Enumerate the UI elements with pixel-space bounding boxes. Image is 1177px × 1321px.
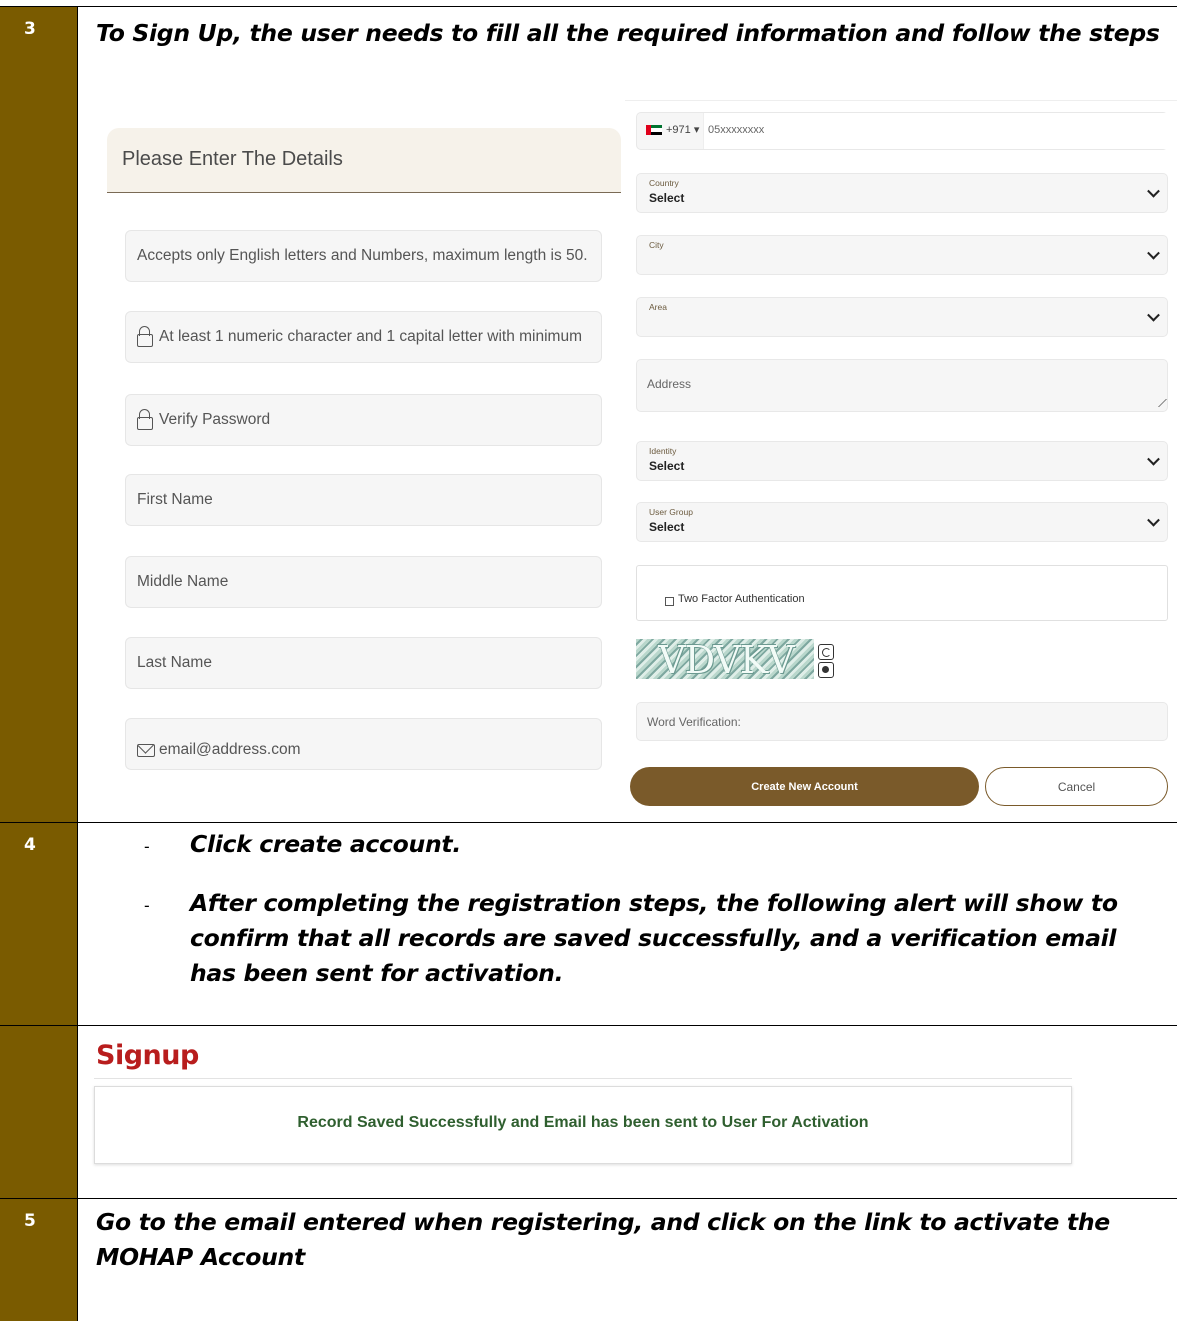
refresh-captcha-icon[interactable] [818, 644, 834, 660]
step-content-cell: Go to the email entered when registering… [78, 1199, 1177, 1321]
country-select[interactable]: Country Select [636, 173, 1168, 213]
step-row-5: 5 Go to the email entered when registeri… [0, 1198, 1177, 1321]
step-heading: To Sign Up, the user needs to fill all t… [96, 19, 1160, 47]
divider [94, 1078, 1072, 1079]
form-right-panel: +971 ▾ 05xxxxxxxx Country Select City Ar… [625, 100, 1177, 824]
password-field[interactable]: At least 1 numeric character and 1 capit… [125, 311, 602, 363]
user-group-select[interactable]: User Group Select [636, 502, 1168, 542]
code-arrow: ▾ [693, 124, 700, 136]
step-number: 4 [24, 835, 36, 855]
step-number-cell: 4 [0, 823, 78, 1025]
email-field[interactable]: email@address.com [125, 718, 602, 770]
last-name-field[interactable]: Last Name [125, 637, 602, 689]
document-page: 3 To Sign Up, the user needs to fill all… [0, 0, 1177, 1321]
lock-icon [137, 408, 153, 430]
two-factor-checkbox[interactable] [665, 597, 674, 606]
step-number-cell: 3 [0, 7, 78, 822]
identity-value: Select [649, 459, 685, 473]
middle-name-field[interactable]: Middle Name [125, 556, 602, 608]
phone-field[interactable]: +971 ▾ 05xxxxxxxx [636, 112, 1170, 150]
country-value: Select [649, 191, 685, 205]
create-account-button[interactable]: Create New Account [630, 767, 979, 806]
first-name-field[interactable]: First Name [125, 474, 602, 526]
verify-password-field[interactable]: Verify Password [125, 394, 602, 446]
uae-flag-icon [646, 125, 662, 135]
chevron-down-icon [1147, 513, 1160, 527]
two-factor-box: Two Factor Authentication [636, 565, 1168, 621]
step-number-cell [0, 1026, 78, 1198]
form-header: Please Enter The Details [107, 128, 621, 193]
bullet-text: After completing the registration steps,… [190, 889, 1118, 987]
user-group-value: Select [649, 520, 685, 534]
city-select[interactable]: City [636, 235, 1168, 275]
verify-password-placeholder: Verify Password [159, 411, 271, 428]
city-label: City [649, 240, 664, 250]
step-number-cell: 5 [0, 1199, 78, 1321]
lock-icon [137, 325, 153, 347]
first-name-placeholder: First Name [137, 491, 213, 508]
last-name-placeholder: Last Name [137, 654, 212, 671]
phone-input[interactable]: 05xxxxxxxx [703, 113, 1170, 149]
identity-select[interactable]: Identity Select [636, 441, 1168, 481]
captcha-text: VDVKV [658, 638, 795, 682]
bullet-marker: - [144, 896, 150, 915]
bullet-text: Click create account. [190, 830, 461, 858]
word-verification-input[interactable]: Word Verification: [636, 702, 1168, 741]
middle-name-placeholder: Middle Name [137, 573, 229, 590]
mail-icon [137, 743, 155, 757]
area-label: Area [649, 302, 667, 312]
audio-captcha-icon[interactable] [818, 662, 834, 678]
country-label: Country [649, 178, 679, 188]
password-placeholder: At least 1 numeric character and 1 capit… [159, 328, 582, 345]
word-verification-placeholder: Word Verification: [647, 715, 741, 729]
chevron-down-icon [1147, 184, 1160, 198]
chevron-down-icon [1147, 308, 1160, 322]
step-number: 5 [24, 1211, 36, 1231]
user-group-label: User Group [649, 507, 693, 517]
bullet-marker: - [144, 837, 150, 856]
form-title: Please Enter The Details [122, 148, 343, 170]
email-placeholder: email@address.com [159, 741, 301, 758]
chevron-down-icon [1147, 246, 1160, 260]
username-placeholder: Accepts only English letters and Numbers… [137, 247, 588, 264]
step-number: 3 [24, 19, 36, 39]
two-factor-label: Two Factor Authentication [678, 593, 805, 605]
cancel-button[interactable]: Cancel [985, 767, 1168, 806]
signup-alert-row: Signup Record Saved Successfully and Ema… [0, 1025, 1177, 1198]
country-code-selector[interactable]: +971 ▾ [666, 123, 699, 136]
step-row-4: 4 - Click create account. - After comple… [0, 822, 1177, 1025]
success-alert: Record Saved Successfully and Email has … [94, 1086, 1072, 1164]
area-select[interactable]: Area [636, 297, 1168, 337]
username-field[interactable]: Accepts only English letters and Numbers… [125, 230, 602, 282]
step-content-cell: - Click create account. - After completi… [78, 823, 1177, 1025]
alert-message: Record Saved Successfully and Email has … [297, 1114, 869, 1131]
captcha-image: VDVKV [636, 639, 814, 679]
identity-label: Identity [649, 446, 677, 456]
form-left-panel: Please Enter The Details Accepts only En… [107, 128, 621, 795]
address-textarea[interactable]: Address [636, 359, 1168, 412]
signup-title: Signup [96, 1040, 199, 1071]
address-placeholder: Address [647, 377, 692, 391]
step-heading: Go to the email entered when registering… [96, 1208, 1110, 1271]
resize-handle-icon[interactable] [1150, 399, 1167, 407]
step-content-cell: Signup Record Saved Successfully and Ema… [78, 1026, 1177, 1198]
chevron-down-icon [1147, 452, 1160, 466]
